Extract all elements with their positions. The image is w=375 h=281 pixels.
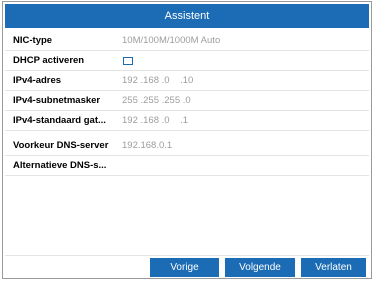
ipv4-address-field[interactable]: 192 .168 .0 .10 (119, 75, 193, 86)
alternate-dns-row: Alternatieve DNS-s... (5, 156, 369, 176)
ipv4-gateway-row: IPv4-standaard gat... 192 .168 .0 .1 (5, 111, 369, 131)
network-settings-form: NIC-type 10M/100M/1000M Auto DHCP active… (5, 31, 369, 176)
dhcp-row: DHCP activeren (5, 51, 369, 71)
nic-type-value[interactable]: 10M/100M/1000M Auto (119, 35, 220, 46)
ipv4-subnet-row: IPv4-subnetmasker 255 .255 .255 .0 (5, 91, 369, 111)
dhcp-checkbox[interactable] (123, 56, 133, 65)
dialog-title: Assistent (5, 4, 369, 28)
next-button[interactable]: Volgende (225, 258, 295, 277)
alternate-dns-label: Alternatieve DNS-s... (13, 160, 107, 171)
dhcp-label: DHCP activeren (13, 55, 85, 66)
ipv4-subnet-label: IPv4-subnetmasker (13, 95, 101, 106)
ipv4-subnet-field[interactable]: 255 .255 .255 .0 (119, 95, 191, 106)
ipv4-address-row: IPv4-adres 192 .168 .0 .10 (5, 71, 369, 91)
preferred-dns-row: Voorkeur DNS-server 192.168.0.1 (5, 136, 369, 156)
preferred-dns-label: Voorkeur DNS-server (13, 140, 109, 151)
footer-divider (5, 255, 369, 256)
nic-type-row: NIC-type 10M/100M/1000M Auto (5, 31, 369, 51)
ipv4-gateway-field[interactable]: 192 .168 .0 .1 (119, 115, 188, 126)
previous-button[interactable]: Vorige (150, 258, 219, 277)
ipv4-address-label: IPv4-adres (13, 75, 62, 86)
exit-button[interactable]: Verlaten (301, 258, 366, 277)
wizard-dialog: Assistent NIC-type 10M/100M/1000M Auto D… (2, 1, 372, 279)
nic-type-label: NIC-type (13, 35, 53, 46)
ipv4-gateway-label: IPv4-standaard gat... (13, 115, 106, 126)
preferred-dns-field[interactable]: 192.168.0.1 (119, 140, 172, 151)
